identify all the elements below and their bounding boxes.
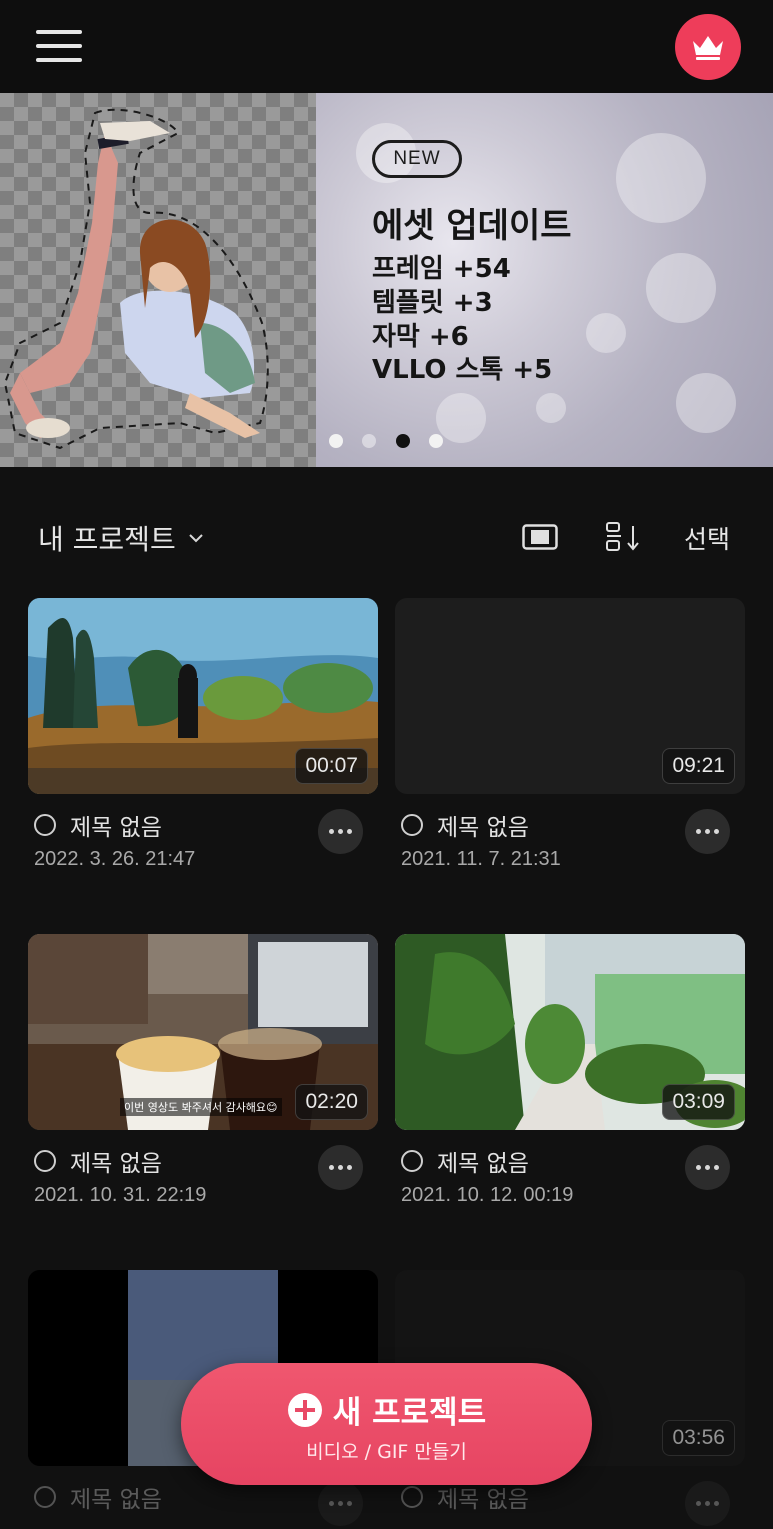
layout-toggle-icon[interactable] bbox=[522, 524, 558, 550]
new-badge: NEW bbox=[372, 140, 462, 178]
duration-badge: 09:21 bbox=[662, 748, 735, 784]
fab-label: 새 프로젝트 bbox=[332, 1395, 487, 1431]
more-options-icon[interactable] bbox=[318, 1145, 363, 1190]
select-checkbox[interactable] bbox=[401, 1486, 423, 1508]
select-checkbox[interactable] bbox=[34, 1150, 56, 1172]
project-thumbnail[interactable]: 이번 영상도 봐주셔서 감사해요😊 02:20 bbox=[28, 934, 378, 1130]
project-thumbnail[interactable]: 00:07 bbox=[28, 598, 378, 794]
project-title: 제목 없음 bbox=[70, 1487, 162, 1513]
select-checkbox[interactable] bbox=[401, 814, 423, 836]
bokeh-spot bbox=[616, 133, 706, 223]
banner-page-dot[interactable] bbox=[429, 434, 443, 448]
select-checkbox[interactable] bbox=[34, 814, 56, 836]
project-card[interactable]: 이번 영상도 봐주셔서 감사해요😊 02:20 제목 없음 2021. 10. … bbox=[28, 934, 378, 1206]
banner-line: VLLO 스톡 +5 bbox=[372, 355, 553, 385]
bokeh-spot bbox=[586, 313, 626, 353]
select-button[interactable]: 선택 bbox=[684, 520, 730, 556]
more-options-icon[interactable] bbox=[685, 1481, 730, 1526]
fab-sub-label: 비디오 / GIF 만들기 bbox=[306, 1441, 467, 1463]
select-checkbox[interactable] bbox=[34, 1486, 56, 1508]
more-options-icon[interactable] bbox=[685, 1145, 730, 1190]
project-card[interactable]: 00:07 제목 없음 2022. 3. 26. 21:47 bbox=[28, 598, 378, 870]
banner-line: 프레임 +54 bbox=[372, 254, 511, 284]
banner-page-dot-active[interactable] bbox=[396, 434, 410, 448]
duration-badge: 03:56 bbox=[662, 1420, 735, 1456]
premium-button[interactable] bbox=[675, 14, 741, 80]
new-project-button[interactable]: 새 프로젝트 비디오 / GIF 만들기 bbox=[181, 1363, 592, 1485]
project-thumbnail[interactable]: 03:09 bbox=[395, 934, 745, 1130]
video-caption: 이번 영상도 봐주셔서 감사해요😊 bbox=[120, 1098, 282, 1116]
menu-line bbox=[36, 30, 82, 34]
project-thumbnail[interactable]: 09:21 bbox=[395, 598, 745, 794]
banner-line: 템플릿 +3 bbox=[372, 288, 493, 318]
duration-badge: 03:09 bbox=[662, 1084, 735, 1120]
project-title: 제목 없음 bbox=[437, 1487, 529, 1513]
project-title: 제목 없음 bbox=[437, 815, 529, 841]
plus-circle-icon bbox=[287, 1392, 322, 1427]
project-date: 2022. 3. 26. 21:47 bbox=[34, 848, 196, 870]
banner-title: 에셋 업데이트 bbox=[372, 206, 572, 246]
dancer-figure-illustration bbox=[3, 108, 269, 450]
project-filter-dropdown[interactable]: 내 프로젝트 bbox=[38, 518, 204, 558]
more-options-icon[interactable] bbox=[685, 809, 730, 854]
more-options-icon[interactable] bbox=[318, 809, 363, 854]
project-card[interactable]: 03:09 제목 없음 2021. 10. 12. 00:19 bbox=[395, 934, 745, 1206]
project-date: 2021. 10. 31. 22:19 bbox=[34, 1184, 207, 1206]
select-checkbox[interactable] bbox=[401, 1150, 423, 1172]
chevron-down-icon bbox=[188, 534, 203, 543]
bokeh-spot bbox=[436, 393, 486, 443]
sort-icon[interactable] bbox=[604, 520, 644, 554]
duration-badge: 00:07 bbox=[295, 748, 368, 784]
banner-page-dot[interactable] bbox=[362, 434, 376, 448]
crown-icon bbox=[693, 36, 723, 60]
menu-line bbox=[36, 58, 82, 62]
duration-badge: 02:20 bbox=[295, 1084, 368, 1120]
project-title: 제목 없음 bbox=[70, 815, 162, 841]
banner-line: 자막 +6 bbox=[372, 322, 469, 352]
project-title: 제목 없음 bbox=[70, 1151, 162, 1177]
more-options-icon[interactable] bbox=[318, 1481, 363, 1526]
project-title: 제목 없음 bbox=[437, 1151, 529, 1177]
banner-cutout-image bbox=[0, 93, 316, 467]
top-bar bbox=[0, 0, 773, 93]
bokeh-spot bbox=[676, 373, 736, 433]
menu-line bbox=[36, 44, 82, 48]
bokeh-spot bbox=[536, 393, 566, 423]
section-title: 내 프로젝트 bbox=[38, 523, 176, 556]
project-date: 2021. 10. 12. 00:19 bbox=[401, 1184, 574, 1206]
banner-page-dot[interactable] bbox=[329, 434, 343, 448]
fab-main-row: 새 프로젝트 bbox=[181, 1387, 592, 1432]
hamburger-menu-icon[interactable] bbox=[36, 28, 84, 64]
project-date: 2021. 11. 7. 21:31 bbox=[401, 848, 561, 870]
project-card[interactable]: 09:21 제목 없음 2021. 11. 7. 21:31 bbox=[395, 598, 745, 870]
bokeh-spot bbox=[646, 253, 716, 323]
